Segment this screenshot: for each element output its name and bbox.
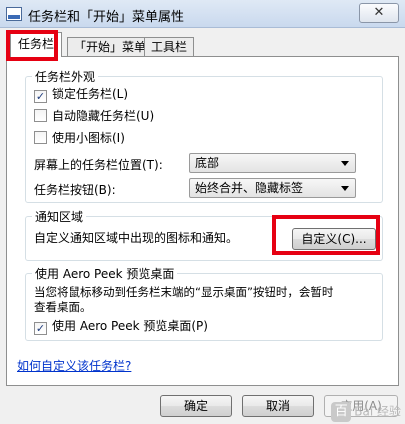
aero-peek-description-line2: 查看桌面。 <box>34 300 92 314</box>
tab-strip: 任务栏 「开始」菜单 工具栏 <box>0 32 405 57</box>
help-link[interactable]: 如何自定义该任务栏? <box>17 357 131 374</box>
notification-description: 自定义通知区域中出现的图标和通知。 <box>34 231 239 245</box>
checkbox-checked-icon: ✓ <box>34 90 47 103</box>
lock-taskbar-label: 锁定任务栏(L) <box>52 87 129 101</box>
aero-peek-group: 使用 Aero Peek 预览桌面 当您将鼠标移动到任务栏末端的“显示桌面”按钮… <box>25 265 383 341</box>
close-button[interactable]: ✕ <box>359 3 399 23</box>
tab-panel: 任务栏外观 ✓ 锁定任务栏(L) 自动隐藏任务栏(U) 使用小图标(I) 屏幕上的… <box>6 56 399 386</box>
buttons-value: 始终合并、隐藏标签 <box>195 181 304 195</box>
location-value: 底部 <box>195 156 220 170</box>
checkbox-unchecked-icon <box>34 131 47 144</box>
location-label: 屏幕上的任务栏位置(T): <box>34 158 163 172</box>
customize-button[interactable]: 自定义(C)... <box>292 228 376 250</box>
lock-taskbar-checkbox[interactable]: ✓ 锁定任务栏(L) <box>34 86 129 103</box>
aero-peek-checkbox[interactable]: ✓ 使用 Aero Peek 预览桌面(P) <box>34 318 208 335</box>
aero-peek-label: 使用 Aero Peek 预览桌面(P) <box>52 319 208 333</box>
buttons-select[interactable]: 始终合并、隐藏标签 <box>189 178 356 198</box>
baidu-logo-icon: 百 <box>331 402 352 422</box>
aero-peek-legend: 使用 Aero Peek 预览桌面 <box>32 265 178 282</box>
appearance-legend: 任务栏外观 <box>32 68 99 85</box>
tab-start-menu[interactable]: 「开始」菜单 <box>67 37 154 56</box>
appearance-group: 任务栏外观 ✓ 锁定任务栏(L) 自动隐藏任务栏(U) 使用小图标(I) 屏幕上的… <box>25 68 383 203</box>
taskbar-properties-icon <box>6 7 22 21</box>
watermark-text: Bai 经验 <box>354 404 401 419</box>
notification-group: 通知区域 自定义通知区域中出现的图标和通知。 自定义(C)... <box>25 208 383 261</box>
tab-toolbars[interactable]: 工具栏 <box>144 37 195 56</box>
auto-hide-label: 自动隐藏任务栏(U) <box>52 109 155 123</box>
notification-legend: 通知区域 <box>32 208 87 225</box>
chevron-down-icon <box>341 186 349 191</box>
watermark: 百 Bai 经验 <box>331 402 401 422</box>
buttons-label: 任务栏按钮(B): <box>34 183 116 197</box>
checkbox-unchecked-icon <box>34 109 47 122</box>
cancel-button[interactable]: 取消 <box>242 395 314 417</box>
small-icons-checkbox[interactable]: 使用小图标(I) <box>34 130 125 146</box>
chevron-down-icon <box>341 161 349 166</box>
auto-hide-checkbox[interactable]: 自动隐藏任务栏(U) <box>34 108 154 124</box>
title-bar: 任务栏和「开始」菜单属性 ✕ <box>0 0 405 28</box>
ok-button[interactable]: 确定 <box>160 395 232 417</box>
checkbox-checked-icon: ✓ <box>34 322 47 335</box>
tab-taskbar[interactable]: 任务栏 <box>10 32 63 57</box>
small-icons-label: 使用小图标(I) <box>52 131 125 145</box>
location-select[interactable]: 底部 <box>189 153 356 173</box>
aero-peek-description-line1: 当您将鼠标移动到任务栏末端的“显示桌面”按钮时，会暂时 <box>34 285 334 299</box>
window-title: 任务栏和「开始」菜单属性 <box>28 10 185 25</box>
